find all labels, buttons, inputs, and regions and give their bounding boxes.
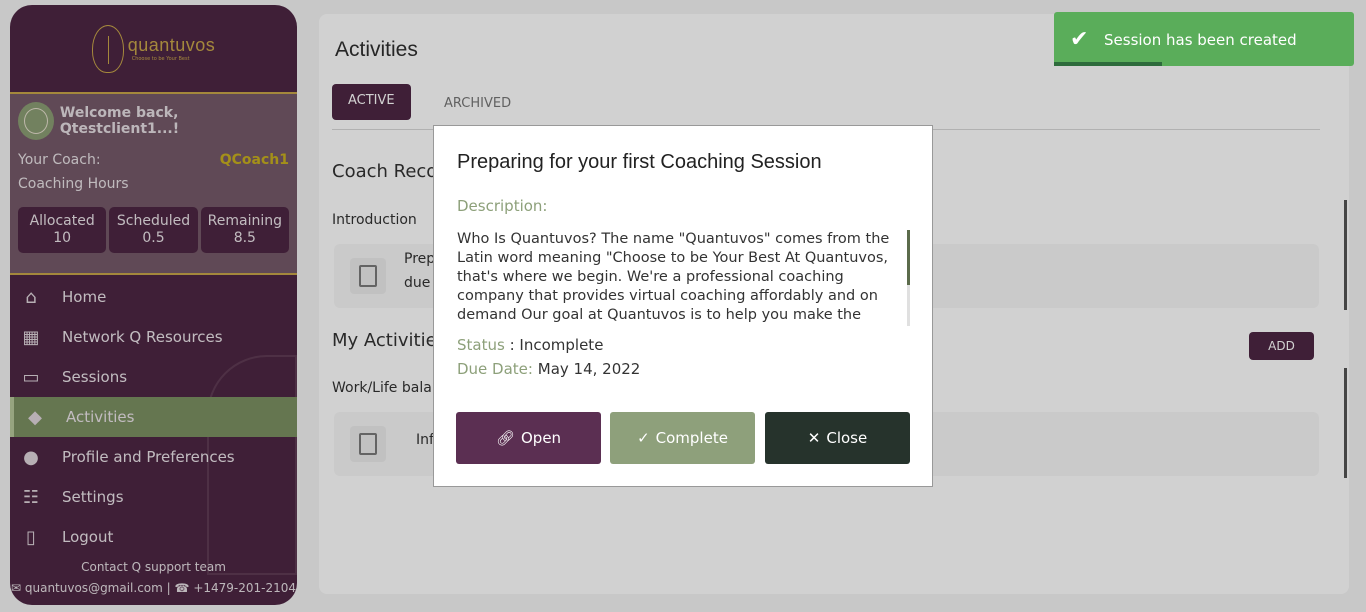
toast-progress-bar <box>1054 62 1162 66</box>
link-icon: 🔗︎ <box>495 429 515 447</box>
description-text: Who Is Quantuvos? The name "Quantuvos" c… <box>457 231 890 323</box>
status-row: Status : Incomplete <box>457 336 604 354</box>
description-label: Description: <box>457 197 548 215</box>
check-icon: ✓ <box>637 429 650 447</box>
success-toast[interactable]: ✔ Session has been created <box>1054 12 1354 66</box>
open-button[interactable]: 🔗︎ Open <box>456 412 601 464</box>
toast-message: Session has been created <box>1104 31 1297 49</box>
status-value: Incomplete <box>519 336 604 354</box>
due-label: Due Date: <box>457 360 533 378</box>
description-scrollbar[interactable] <box>907 230 910 326</box>
complete-button-label: Complete <box>655 429 728 447</box>
check-icon: ✔ <box>1070 27 1089 52</box>
open-button-label: Open <box>520 429 562 447</box>
activity-modal: Preparing for your first Coaching Sessio… <box>433 125 933 487</box>
modal-title: Preparing for your first Coaching Sessio… <box>457 151 822 173</box>
due-row: Due Date: May 14, 2022 <box>457 360 640 378</box>
close-button[interactable]: ✕ Close <box>765 412 910 464</box>
close-icon: ✕ <box>807 429 821 447</box>
close-button-label: Close <box>826 429 868 447</box>
due-value: May 14, 2022 <box>537 360 641 378</box>
status-label: Status <box>457 336 505 354</box>
complete-button[interactable]: ✓ Complete <box>610 412 755 464</box>
